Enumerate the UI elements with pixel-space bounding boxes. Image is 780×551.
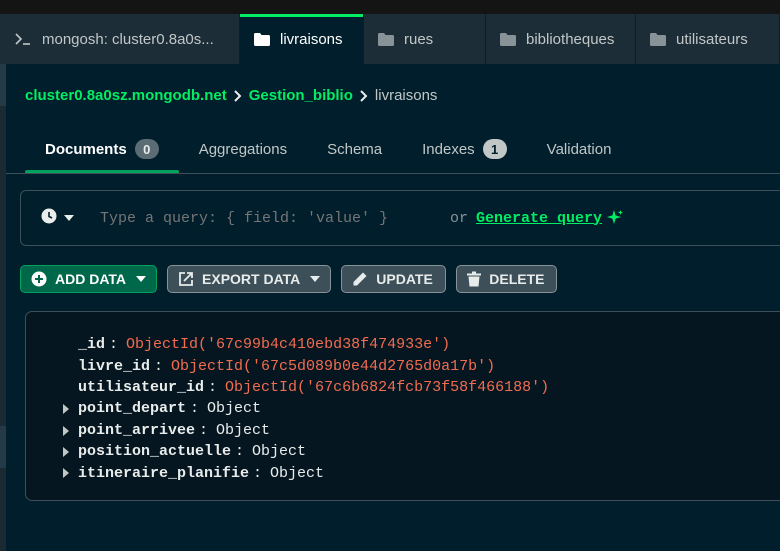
document-field[interactable]: position_actuelle: Object [63,441,549,462]
document-field: utilisateur_id: ObjectId('67c6b6824fcb73f… [78,378,550,396]
clock-icon [41,208,57,229]
tab-documents[interactable]: Documents 0 [25,124,179,174]
tab-label: Aggregations [198,140,288,158]
pencil-icon [352,271,368,287]
tabs-divider [6,173,780,174]
add-data-button[interactable]: ADD DATA [20,265,158,293]
chevron-right-icon [233,89,243,102]
breadcrumb-cluster[interactable]: cluster0.8a0sz.mongodb.net [25,87,227,104]
tab-label: Documents [45,140,127,158]
caret-down-icon [136,275,147,283]
tab-label: bibliotheques [526,30,615,48]
terminal-icon [14,32,32,46]
tab-label: mongosh: cluster0.8a0s... [42,30,214,48]
tab-label: Schema [327,140,383,158]
query-input[interactable] [100,209,450,227]
tab-indexes[interactable]: Indexes 1 [402,124,527,174]
button-label: EXPORT DATA [202,271,301,287]
count-badge: 0 [134,139,159,159]
button-label: UPDATE [376,271,433,287]
caret-right-icon[interactable] [63,404,70,415]
field-key: livre_id [78,357,151,375]
document-card: _id: ObjectId('67c99b4c410ebd38f474933e')… [25,311,780,501]
query-bar: or Generate query [20,190,780,246]
tab-aggregations[interactable]: Aggregations [179,124,307,174]
export-icon [178,271,194,287]
document-field: livre_id: ObjectId('67c5d089b0e44d2765d0a… [78,357,496,375]
sparkle-icon [606,209,624,227]
field-value: ObjectId('67c5d089b0e44d2765d0a17b') [171,357,496,375]
generate-query-link[interactable]: Generate query [476,210,602,227]
button-label: DELETE [489,271,545,287]
count-badge: 1 [482,139,507,159]
caret-right-icon[interactable] [63,468,70,479]
field-key: point_arrivee [78,421,196,439]
tab-label: utilisateurs [676,30,748,48]
folder-icon [378,32,394,46]
folder-icon [650,32,666,46]
update-button[interactable]: UPDATE [341,265,447,293]
document-field[interactable]: itineraire_planifie: Object [63,462,549,483]
field-key: _id [78,336,106,354]
trash-icon [467,271,482,287]
export-data-button[interactable]: EXPORT DATA [167,265,332,293]
delete-button[interactable]: DELETE [456,265,558,293]
breadcrumb-collection: livraisons [374,87,438,104]
document-actions: ADD DATA EXPORT DATA UPDATE DELETE [20,265,567,293]
caret-right-icon[interactable] [63,425,70,436]
document-fields: _id: ObjectId('67c99b4c410ebd38f474933e')… [63,334,550,484]
tab-label: Indexes [422,140,475,158]
collection-tabs: Documents 0 Aggregations Schema Indexes … [25,124,631,174]
tab-rues[interactable]: rues [364,14,486,64]
field-value: Object [270,464,325,482]
tab-label: rues [404,30,434,48]
field-value: Object [216,421,271,439]
document-field: _id: ObjectId('67c99b4c410ebd38f474933e') [78,336,451,354]
tab-validation[interactable]: Validation [527,124,632,174]
tab-label: livraisons [280,30,343,48]
collection-view: cluster0.8a0sz.mongodb.net Gestion_bibli… [6,64,780,551]
document-field[interactable]: point_depart: Object [63,398,549,419]
field-value: Object [252,443,307,461]
or-text: or [450,209,469,227]
caret-down-icon [310,275,321,283]
field-value: ObjectId('67c6b6824fcb73f58f466188') [225,378,550,396]
window-top-strip [0,0,780,14]
tab-bar: mongosh: cluster0.8a0s... livraisons rue… [0,14,780,64]
chevron-right-icon [359,89,369,102]
field-key: point_depart [78,400,187,418]
query-history-button[interactable] [41,208,74,229]
field-key: itineraire_planifie [78,464,250,482]
tab-label: Validation [546,140,612,158]
caret-right-icon[interactable] [63,446,70,457]
breadcrumb-database[interactable]: Gestion_biblio [249,87,353,104]
tab-utilisateurs[interactable]: utilisateurs [636,14,780,64]
button-label: ADD DATA [55,271,127,287]
caret-down-icon [64,214,74,222]
field-value: Object [207,400,262,418]
tab-livraisons[interactable]: livraisons [240,14,364,64]
tab-mongosh[interactable]: mongosh: cluster0.8a0s... [0,14,240,64]
breadcrumb: cluster0.8a0sz.mongodb.net Gestion_bibli… [25,87,437,104]
plus-circle-icon [31,271,47,287]
folder-icon [500,32,516,46]
field-key: utilisateur_id [78,378,205,396]
document-field[interactable]: point_arrivee: Object [63,420,549,441]
field-key: position_actuelle [78,443,232,461]
folder-icon [254,32,270,46]
field-value: ObjectId('67c99b4c410ebd38f474933e') [126,336,451,354]
tab-schema[interactable]: Schema [307,124,402,174]
tab-bibliotheques[interactable]: bibliotheques [486,14,636,64]
